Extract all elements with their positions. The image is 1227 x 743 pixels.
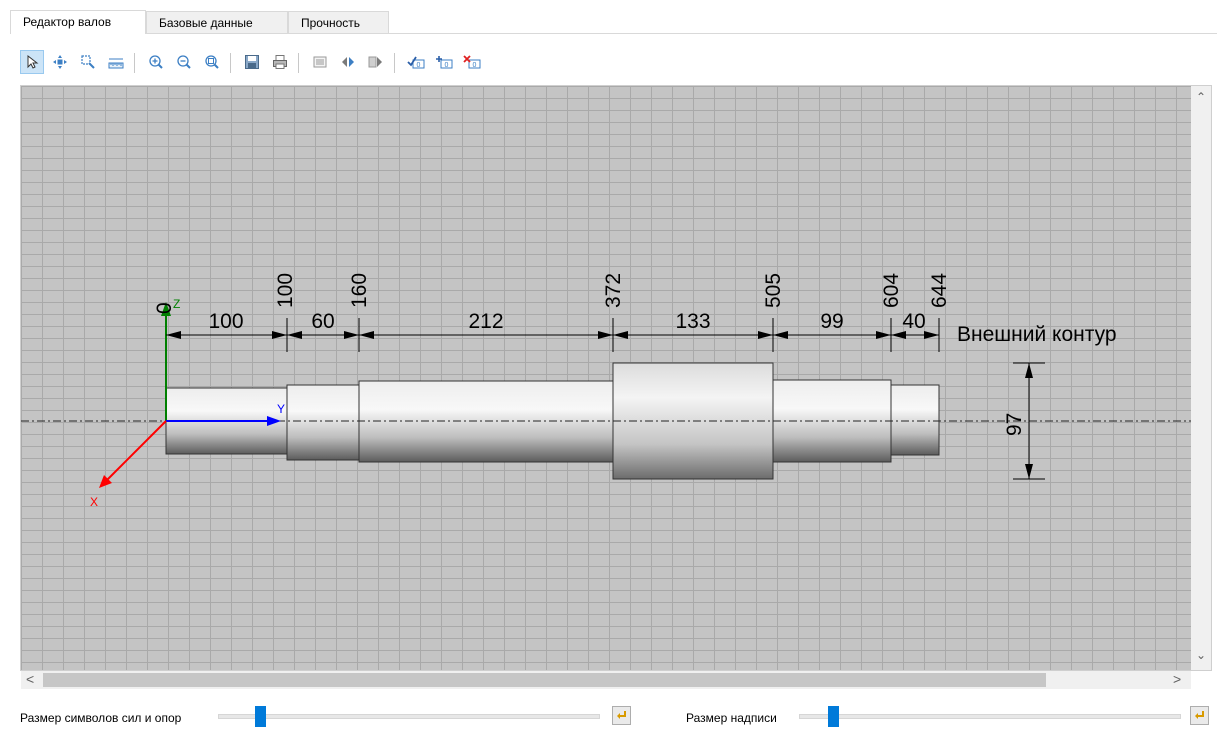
pan-button[interactable]	[48, 50, 72, 74]
segment-length: 133	[675, 310, 710, 333]
svg-text:0: 0	[473, 62, 477, 69]
zoom-in-button[interactable]	[144, 50, 168, 74]
zoom-window-button[interactable]	[76, 50, 100, 74]
enter-arrow-icon	[617, 711, 626, 719]
force-symbol-size-slider[interactable]	[218, 714, 600, 719]
check-value-icon: 0	[407, 56, 425, 69]
scroll-left-icon[interactable]: <	[26, 671, 34, 687]
list-icon	[313, 56, 327, 68]
segment-length: 60	[311, 310, 334, 333]
shaft-section-2[interactable]	[286, 384, 360, 461]
segment-length: 212	[468, 310, 503, 333]
tab-label: Базовые данные	[159, 16, 253, 30]
check-value-button[interactable]: 0	[404, 50, 428, 74]
delete-value-icon: 0	[463, 55, 481, 69]
save-icon	[245, 55, 259, 69]
position-label: 160	[348, 273, 371, 308]
position-label: 372	[602, 273, 625, 308]
ruler-icon	[108, 58, 124, 69]
pointer-button[interactable]	[20, 50, 44, 74]
horizontal-scroll-thumb[interactable]	[43, 673, 1046, 687]
add-value-button[interactable]: 0	[432, 50, 456, 74]
diameter-arrow-top	[1025, 363, 1033, 378]
vertical-scrollbar[interactable]: ⌃ ⌄	[1191, 86, 1211, 670]
mirror-copy-button[interactable]	[364, 50, 388, 74]
segment-length: 99	[820, 310, 843, 333]
toolbar-separator	[230, 53, 231, 73]
zoom-extents-button[interactable]	[200, 50, 224, 74]
print-button[interactable]	[268, 50, 292, 74]
diameter-label: 97	[1003, 413, 1026, 436]
segment-length: 100	[208, 310, 243, 333]
shaft-drawing: Z Y X 100 60 212 133 99 40 0 100 160 372…	[21, 273, 1211, 509]
scroll-right-icon[interactable]: >	[1173, 671, 1181, 687]
svg-text:0: 0	[417, 62, 421, 69]
position-label: 644	[928, 273, 951, 308]
add-value-icon: 0	[436, 56, 453, 69]
print-icon	[273, 55, 287, 69]
toolbar-separator	[134, 53, 135, 73]
apply-caption-size-button[interactable]	[1190, 706, 1209, 725]
caption-size-label: Размер надписи	[686, 711, 777, 725]
x-axis-label: X	[90, 495, 98, 509]
position-label: 505	[762, 273, 785, 308]
enter-arrow-icon	[1195, 711, 1204, 719]
svg-text:0: 0	[445, 62, 449, 69]
x-axis	[104, 420, 167, 483]
toolbar-separator	[394, 53, 395, 73]
scroll-down-icon[interactable]: ⌄	[1196, 648, 1206, 662]
zoom-extents-icon	[205, 55, 219, 69]
zoom-out-button[interactable]	[172, 50, 196, 74]
toolbar: 0 0 0	[20, 50, 660, 76]
mirror-button[interactable]	[336, 50, 360, 74]
zoom-in-icon	[149, 55, 163, 69]
tab-shaft-editor[interactable]: Редактор валов	[10, 10, 146, 34]
force-symbol-size-thumb[interactable]	[254, 706, 266, 727]
pan-icon	[53, 55, 67, 69]
origin-label: 0	[153, 302, 176, 314]
tab-label: Прочность	[301, 16, 361, 30]
save-button[interactable]	[240, 50, 264, 74]
position-label: 604	[880, 273, 903, 308]
segment-length: 40	[902, 310, 925, 333]
force-symbol-size-label: Размер символов сил и опор	[20, 711, 182, 725]
zoom-window-icon	[81, 55, 95, 69]
ruler-button[interactable]	[104, 50, 128, 74]
scroll-up-icon[interactable]: ⌃	[1196, 90, 1206, 104]
tab-bar: Редактор валов Базовые данные Прочность	[10, 10, 1217, 34]
shaft-section-6[interactable]	[890, 384, 940, 456]
caption-size-slider[interactable]	[799, 714, 1181, 719]
toolbar-separator	[298, 53, 299, 73]
list-button[interactable]	[308, 50, 332, 74]
tab-base-data[interactable]: Базовые данные	[146, 11, 288, 33]
y-axis-label: Y	[277, 402, 285, 416]
diameter-arrow-bottom	[1025, 464, 1033, 479]
apply-force-symbol-size-button[interactable]	[612, 706, 631, 725]
zoom-out-icon	[177, 55, 191, 69]
caption-size-thumb[interactable]	[828, 706, 840, 727]
mirror-copy-icon	[368, 56, 382, 68]
position-label: 100	[274, 273, 297, 308]
contour-label: Внешний контур	[957, 323, 1117, 346]
delete-value-button[interactable]: 0	[460, 50, 484, 74]
mirror-icon	[342, 57, 354, 67]
pointer-icon	[27, 54, 39, 69]
tab-label: Редактор валов	[23, 15, 112, 29]
tab-strength[interactable]: Прочность	[288, 11, 389, 33]
shaft-drawing-canvas[interactable]: Z Y X 100 60 212 133 99 40 0 100 160 372…	[20, 85, 1212, 671]
horizontal-scrollbar[interactable]: < >	[21, 671, 1191, 689]
